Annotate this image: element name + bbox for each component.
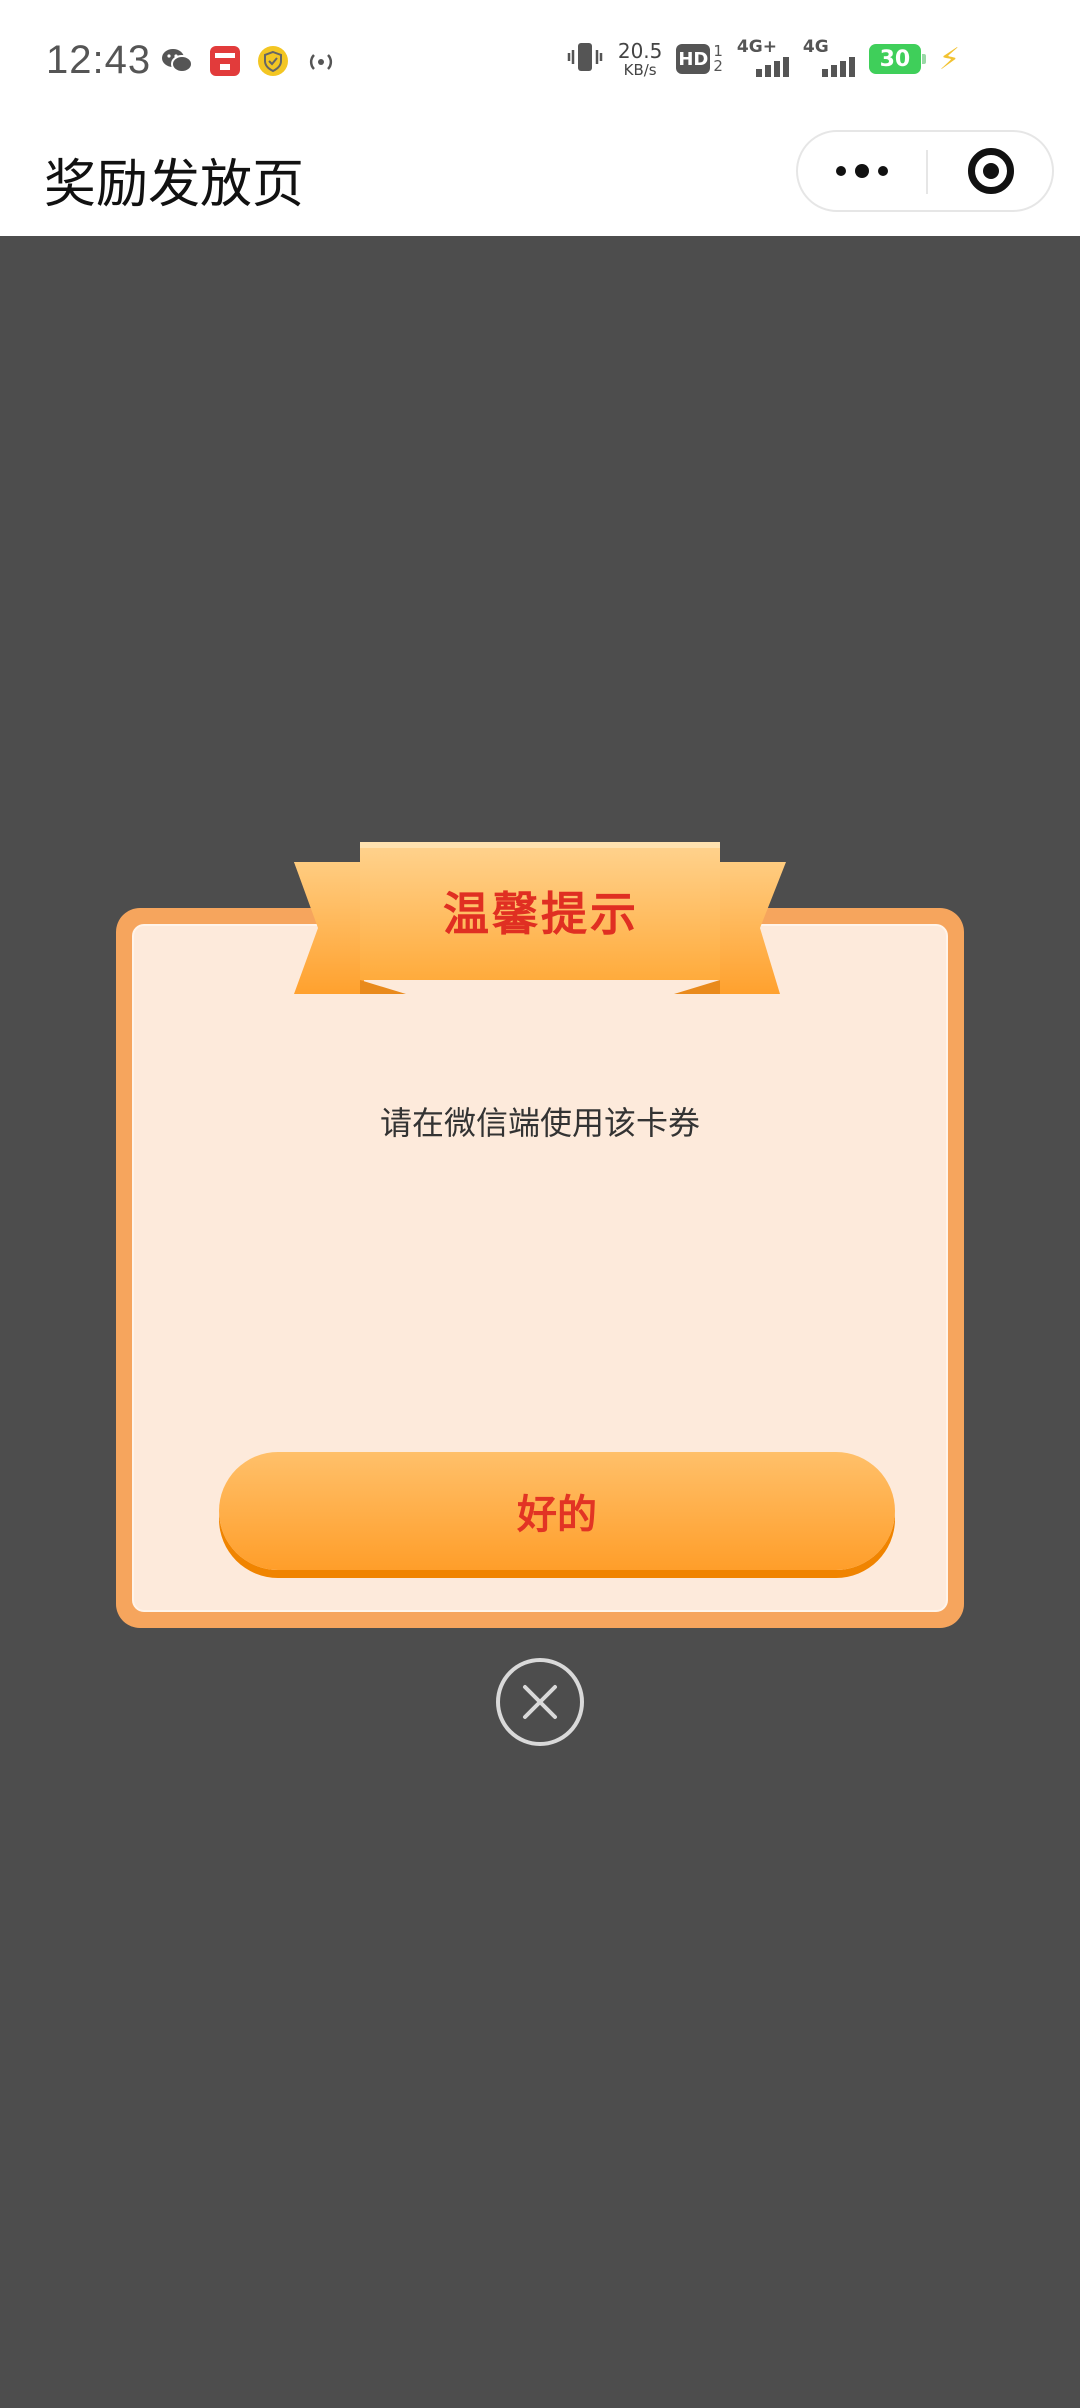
tip-dialog: 请在微信端使用该卡券 好的 xyxy=(116,908,964,1628)
hd-icon: HD xyxy=(676,44,711,74)
dialog-body: 请在微信端使用该卡券 好的 xyxy=(132,924,948,1612)
status-time: 12:43 xyxy=(46,38,152,82)
speed-unit: KB/s xyxy=(623,60,657,79)
close-icon xyxy=(523,1685,557,1719)
dialog-message: 请在微信端使用该卡券 xyxy=(379,1104,700,1142)
charging-bolt-icon: ⚡ xyxy=(938,41,960,77)
status-bar: 12:43 20.5 KB/s HD 1 2 4G+ 4G 30 ⚡ xyxy=(0,0,1080,126)
notification-icons xyxy=(160,44,338,78)
speed-value: 20.5 xyxy=(617,38,663,63)
page-title: 奖励发放页 xyxy=(44,155,305,215)
close-mini-program-button[interactable] xyxy=(928,132,1054,210)
shield-icon xyxy=(256,44,290,78)
hotspot-icon xyxy=(304,44,338,78)
signal-2-label: 4G xyxy=(802,37,829,57)
vibrate-icon xyxy=(566,40,604,78)
signal-2: 4G xyxy=(803,37,855,77)
mini-program-navbar: 奖励发放页 xyxy=(0,126,1080,236)
hd-indicator: HD 1 2 xyxy=(676,44,723,74)
signal-1-label: 4G+ xyxy=(736,37,777,57)
dialog-title: 温馨提示 xyxy=(443,887,639,941)
app-red-icon xyxy=(208,44,242,78)
hd-sub: 1 2 xyxy=(713,42,723,75)
signal-2-bars-icon xyxy=(821,57,855,77)
signal-1-bars-icon xyxy=(755,57,789,77)
network-speed: 20.5 KB/s xyxy=(618,41,663,78)
target-icon xyxy=(968,148,1014,194)
ok-button[interactable]: 好的 xyxy=(219,1452,895,1570)
signal-1: 4G+ xyxy=(737,37,789,77)
wechat-icon xyxy=(160,44,194,78)
dialog-close-button[interactable] xyxy=(496,1658,584,1746)
dialog-ribbon: 温馨提示 xyxy=(290,840,790,1000)
more-button[interactable] xyxy=(798,132,926,210)
battery-icon: 30 xyxy=(868,44,926,74)
capsule-menu xyxy=(796,130,1054,212)
system-status: 20.5 KB/s HD 1 2 4G+ 4G 30 ⚡ xyxy=(566,37,960,78)
